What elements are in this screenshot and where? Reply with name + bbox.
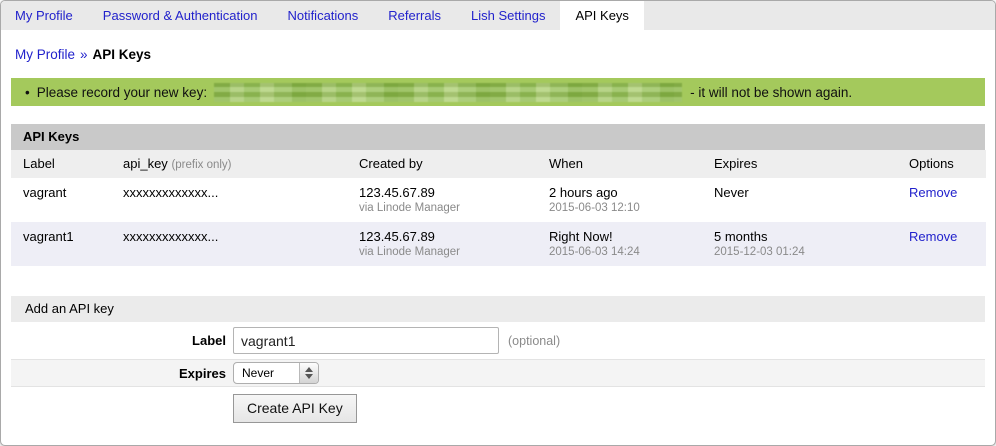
table-row: vagrant xxxxxxxxxxxxx... 123.45.67.89 vi… xyxy=(11,178,986,222)
cell-api-key-prefix: xxxxxxxxxxxxx... xyxy=(111,178,347,222)
remove-key-link[interactable]: Remove xyxy=(909,185,957,200)
col-header-options: Options xyxy=(897,150,986,178)
label-field-row: Label (optional) xyxy=(11,322,985,359)
create-api-key-button[interactable]: Create API Key xyxy=(233,394,357,423)
tab-my-profile[interactable]: My Profile xyxy=(1,1,88,30)
label-input[interactable] xyxy=(233,327,499,354)
tab-api-keys[interactable]: API Keys xyxy=(560,1,643,30)
breadcrumb: My Profile » API Keys xyxy=(15,47,981,62)
col-header-expires: Expires xyxy=(702,150,897,178)
profile-window: My Profile Password & Authentication Not… xyxy=(0,0,996,446)
col-header-api-key: api_key (prefix only) xyxy=(111,150,347,178)
col-header-api-key-note: (prefix only) xyxy=(171,159,231,171)
tab-lish-settings[interactable]: Lish Settings xyxy=(456,1,560,30)
cell-expires: Never xyxy=(702,178,897,222)
alert-bullet: • xyxy=(25,85,30,100)
tab-referrals[interactable]: Referrals xyxy=(373,1,456,30)
profile-tabbar: My Profile Password & Authentication Not… xyxy=(1,1,995,30)
col-header-when: When xyxy=(537,150,702,178)
submit-row: Create API Key xyxy=(11,387,985,423)
tab-notifications[interactable]: Notifications xyxy=(272,1,373,30)
alert-text-after: - it will not be shown again. xyxy=(690,85,852,100)
col-header-label: Label xyxy=(11,150,111,178)
alert-text-before: Please record your new key: xyxy=(37,85,207,100)
table-row: vagrant1 xxxxxxxxxxxxx... 123.45.67.89 v… xyxy=(11,222,986,266)
tab-password-authentication[interactable]: Password & Authentication xyxy=(88,1,273,30)
cell-options: Remove xyxy=(897,222,986,266)
table-title: API Keys xyxy=(11,124,985,150)
label-optional-note: (optional) xyxy=(508,334,560,348)
cell-options: Remove xyxy=(897,178,986,222)
cell-label: vagrant1 xyxy=(11,222,111,266)
add-api-key-section-title: Add an API key xyxy=(11,296,985,322)
cell-when: Right Now! 2015-06-03 14:24 xyxy=(537,222,702,266)
new-key-alert: • Please record your new key: - it will … xyxy=(11,78,985,106)
select-stepper-icon xyxy=(299,363,318,383)
label-field-label: Label xyxy=(11,333,226,348)
api-keys-table: API Keys Label api_key (prefix only) Cre… xyxy=(11,124,985,266)
expires-field-label: Expires xyxy=(11,366,226,381)
blurred-api-key xyxy=(214,83,682,102)
cell-created-by: 123.45.67.89 via Linode Manager xyxy=(347,178,537,222)
col-header-created-by: Created by xyxy=(347,150,537,178)
table-header-row: Label api_key (prefix only) Created by W… xyxy=(11,150,986,178)
cell-api-key-prefix: xxxxxxxxxxxxx... xyxy=(111,222,347,266)
expires-select-value: Never xyxy=(234,366,299,380)
expires-field-row: Expires Never xyxy=(11,359,985,387)
expires-select[interactable]: Never xyxy=(233,362,319,384)
breadcrumb-separator: » xyxy=(80,47,88,62)
breadcrumb-current: API Keys xyxy=(93,47,152,62)
cell-when: 2 hours ago 2015-06-03 12:10 xyxy=(537,178,702,222)
cell-created-by: 123.45.67.89 via Linode Manager xyxy=(347,222,537,266)
cell-label: vagrant xyxy=(11,178,111,222)
remove-key-link[interactable]: Remove xyxy=(909,229,957,244)
cell-expires: 5 months 2015-12-03 01:24 xyxy=(702,222,897,266)
breadcrumb-my-profile-link[interactable]: My Profile xyxy=(15,47,75,62)
